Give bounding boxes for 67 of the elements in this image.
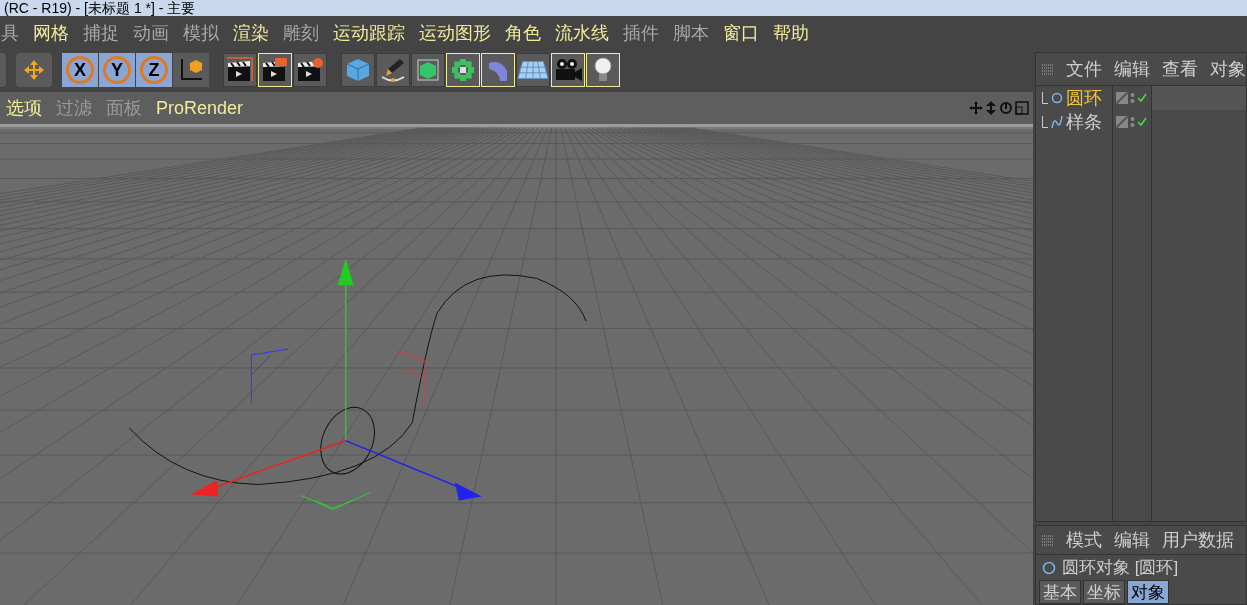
- pan-icon[interactable]: [969, 101, 983, 115]
- menu-item[interactable]: 雕刻: [283, 19, 319, 47]
- panel-menu-item[interactable]: 编辑: [1114, 55, 1150, 83]
- toolbar-button[interactable]: [516, 53, 550, 87]
- menu-item[interactable]: 动画: [133, 19, 169, 47]
- clapperboard-icon: [261, 57, 289, 83]
- panel-menu-item[interactable]: 对象: [1210, 55, 1246, 83]
- tree-line-icon: [1042, 116, 1048, 128]
- toolbar-button[interactable]: [376, 53, 410, 87]
- attribute-tab[interactable]: 对象: [1127, 580, 1169, 604]
- menu-item[interactable]: 运动跟踪: [333, 19, 405, 47]
- layer-swatch-icon[interactable]: [1116, 116, 1128, 128]
- menu-item[interactable]: 渲染: [233, 19, 269, 47]
- toolbar-button[interactable]: [223, 53, 257, 87]
- rotate-icon[interactable]: [999, 101, 1013, 115]
- visibility-dots-icon[interactable]: [1130, 92, 1135, 104]
- zoom-icon[interactable]: [985, 101, 997, 115]
- axes-cube-icon: [178, 57, 204, 83]
- circle-icon: [1042, 560, 1056, 575]
- menu-item[interactable]: 帮助: [773, 19, 809, 47]
- axis-lock-button[interactable]: Y: [99, 53, 135, 87]
- grip-icon[interactable]: [1042, 534, 1054, 546]
- pen-icon: [380, 57, 406, 83]
- camera-icon: [553, 57, 583, 83]
- visibility-dots-icon[interactable]: [1130, 116, 1135, 128]
- viewport-menu-item[interactable]: ProRender: [156, 94, 244, 122]
- maximize-icon[interactable]: [1015, 101, 1029, 115]
- spline-icon: [1051, 115, 1063, 129]
- coordinate-system-button[interactable]: [173, 53, 209, 87]
- move-tool-button[interactable]: [16, 53, 52, 87]
- viewport-menu-item[interactable]: 选项: [6, 94, 42, 122]
- layer-swatch-icon[interactable]: [1116, 92, 1128, 104]
- menu-item[interactable]: 捕捉: [83, 19, 119, 47]
- menu-item[interactable]: 网格: [33, 19, 69, 47]
- menu-item[interactable]: 流水线: [555, 19, 609, 47]
- menu-item[interactable]: 运动图形: [419, 19, 491, 47]
- check-icon[interactable]: [1137, 93, 1147, 103]
- clapperboard-icon: [296, 57, 324, 83]
- grip-icon[interactable]: [1042, 63, 1054, 75]
- circle-icon: [1051, 92, 1063, 104]
- menu-item[interactable]: 角色: [505, 19, 541, 47]
- panel-menu-item[interactable]: 文件: [1066, 55, 1102, 83]
- menu-item[interactable]: 模拟: [183, 19, 219, 47]
- floor-icon: [517, 59, 549, 81]
- move-arrows-icon: [22, 58, 46, 82]
- tree-line-icon: [1042, 92, 1048, 104]
- attribute-tab[interactable]: 坐标: [1083, 580, 1125, 604]
- clapperboard-icon: [226, 57, 254, 83]
- panel-menu-item[interactable]: 编辑: [1114, 526, 1150, 554]
- panel-menu-item[interactable]: 模式: [1066, 526, 1102, 554]
- light-bulb-icon: [592, 56, 614, 84]
- panel-menu-item[interactable]: 用户数据: [1162, 526, 1234, 554]
- menu-item[interactable]: 具: [1, 19, 19, 47]
- cloner-icon: [450, 57, 476, 83]
- menu-item[interactable]: 插件: [623, 19, 659, 47]
- window-title: (RC - R19) - [未标题 1 *] - 主要: [3, 0, 196, 16]
- toolbar-button[interactable]: [293, 53, 327, 87]
- check-icon[interactable]: [1137, 117, 1147, 127]
- object-title: 圆环对象 [圆环]: [1062, 556, 1179, 579]
- axis-lock-button[interactable]: Z: [136, 53, 172, 87]
- axis-lock-button[interactable]: X: [62, 53, 98, 87]
- menu-item[interactable]: 窗口: [723, 19, 759, 47]
- cube-icon: [345, 57, 371, 83]
- menu-item[interactable]: 脚本: [673, 19, 709, 47]
- subdivision-cube-icon: [415, 57, 441, 83]
- panel-menu-item[interactable]: 查看: [1162, 55, 1198, 83]
- attribute-tab[interactable]: 基本: [1039, 580, 1081, 604]
